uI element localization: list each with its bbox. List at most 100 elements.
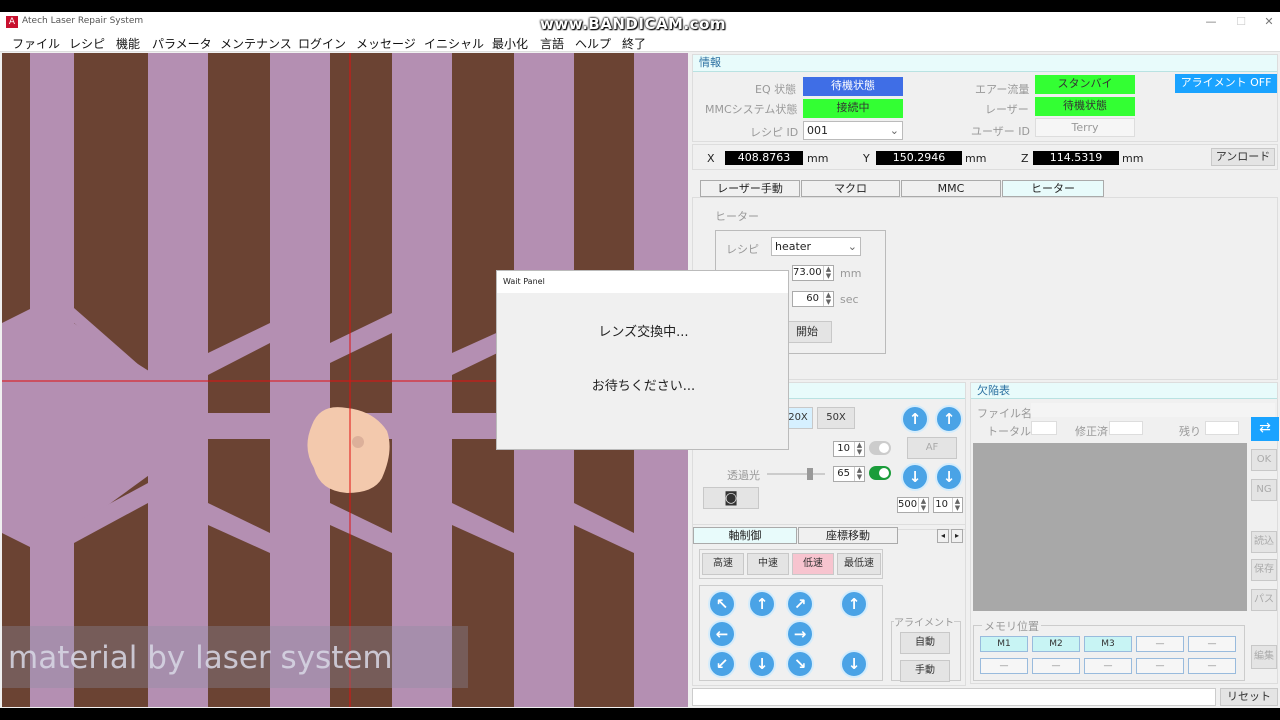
menu-help[interactable]: ヘルプ (575, 35, 611, 52)
chevron-down-icon: ⌄ (889, 124, 899, 137)
load-button[interactable]: 読込 (1251, 531, 1277, 553)
tab-axis-control[interactable]: 軸制御 (693, 527, 797, 544)
heater-distance-input[interactable]: 73.00 ▲ ▼ (792, 265, 834, 281)
remain-label: 残り (1179, 425, 1201, 438)
light2-toggle[interactable] (869, 466, 891, 480)
arrow-up-icon[interactable]: ↑ (901, 405, 929, 433)
save-button[interactable]: 保存 (1251, 559, 1277, 581)
eq-status-label: EQ 状態 (755, 83, 797, 96)
memory-slot-m2[interactable]: M2 (1032, 636, 1080, 652)
alignment-auto-button[interactable]: 自動 (900, 632, 950, 654)
arrow-up-left-icon[interactable]: ↖ (708, 590, 736, 618)
memory-edit-button[interactable]: 編集 (1251, 645, 1277, 669)
lens-50x-button[interactable]: 50X (817, 407, 855, 429)
reset-button[interactable]: リセット (1220, 688, 1278, 706)
overlay-caption-text: material by laser system (8, 640, 393, 676)
arrow-down-icon[interactable]: ↓ (901, 463, 929, 491)
alignment-off-button[interactable]: アライメント OFF (1175, 74, 1277, 93)
spinner-arrows-icon[interactable]: ▲ ▼ (918, 498, 928, 512)
z-down-icon[interactable]: ↓ (840, 650, 868, 678)
autofocus-button[interactable]: AF (907, 437, 957, 459)
unload-button[interactable]: アンロード (1211, 148, 1275, 166)
menu-language[interactable]: 言語 (540, 35, 564, 52)
memory-slot-10[interactable]: — (1188, 658, 1236, 674)
memory-slot-9[interactable]: — (1136, 658, 1184, 674)
heater-recipe-select[interactable]: heater ⌄ (771, 237, 861, 256)
defect-list[interactable] (973, 443, 1247, 611)
remain-value (1205, 421, 1239, 435)
step-input[interactable]: 500 ▲ ▼ (897, 497, 929, 513)
ok-button[interactable]: OK (1251, 449, 1277, 471)
light2-input[interactable]: 65 ▲ ▼ (833, 466, 865, 482)
ng-button[interactable]: NG (1251, 479, 1277, 501)
heater-time-input[interactable]: 60 ▲ ▼ (792, 291, 834, 307)
tab-coordinate-move[interactable]: 座標移動 (798, 527, 898, 544)
arrow-down-right-icon[interactable]: ↘ (786, 650, 814, 678)
menu-file[interactable]: ファイル (12, 35, 60, 52)
speed-low-button[interactable]: 低速 (792, 553, 834, 575)
app-logo-icon: A (6, 16, 18, 28)
slider-thumb[interactable] (807, 468, 813, 480)
recipe-id-value: 001 (807, 124, 828, 137)
spinner-arrows-icon[interactable]: ▲ ▼ (952, 498, 962, 512)
arrow-down-icon[interactable]: ↓ (748, 650, 776, 678)
memory-slot-8[interactable]: — (1084, 658, 1132, 674)
spinner-arrows-icon[interactable]: ▲ ▼ (854, 442, 864, 456)
arrow-down-icon[interactable]: ↓ (935, 463, 963, 491)
arrow-up-icon[interactable]: ↑ (748, 590, 776, 618)
tab-laser-manual[interactable]: レーザー手動 (700, 180, 800, 197)
spinner-arrows-icon[interactable]: ▲ ▼ (854, 467, 864, 481)
menu-minimize[interactable]: 最小化 (492, 35, 528, 52)
menu-message[interactable]: メッセージ (356, 35, 416, 52)
spinner-arrows-icon[interactable]: ▲ ▼ (823, 266, 833, 280)
tab-macro[interactable]: マクロ (801, 180, 900, 197)
memory-slot-m1[interactable]: M1 (980, 636, 1028, 652)
alignment-manual-button[interactable]: 手動 (900, 660, 950, 682)
menu-maintenance[interactable]: メンテナンス (220, 35, 292, 52)
menu-initial[interactable]: イニシャル (424, 35, 484, 52)
arrow-up-right-icon[interactable]: ↗ (786, 590, 814, 618)
minimize-button[interactable]: — (1196, 14, 1226, 30)
menu-bar: ファイル レシピ 機能 パラメータ メンテナンス ログイン メッセージ イニシャ… (0, 32, 1280, 52)
tab-mmc[interactable]: MMC (901, 180, 1001, 197)
light1-toggle[interactable] (869, 441, 891, 455)
pass-button[interactable]: パス (1251, 589, 1277, 611)
speed-high-button[interactable]: 高速 (702, 553, 744, 575)
transmitted-light-slider[interactable] (767, 468, 825, 480)
x-unit: mm (807, 152, 829, 165)
z-label: Z (1021, 152, 1029, 165)
memory-slot-5[interactable]: — (1188, 636, 1236, 652)
light1-input[interactable]: 10 ▲ ▼ (833, 441, 865, 457)
menu-function[interactable]: 機能 (116, 35, 140, 52)
swap-arrows-icon[interactable]: ⇄ (1251, 417, 1279, 441)
maximize-button[interactable]: ☐ (1226, 14, 1256, 30)
menu-exit[interactable]: 終了 (622, 35, 646, 52)
memory-group-title: メモリ位置 (982, 618, 1041, 634)
spinner-arrows-icon[interactable]: ▲ ▼ (823, 292, 833, 306)
arrow-up-icon[interactable]: ↑ (935, 405, 963, 433)
tab-scroll-left-icon[interactable]: ◂ (937, 529, 949, 543)
camera-capture-icon[interactable]: ◙ (703, 487, 759, 509)
speed-group: 高速 中速 低速 最低速 (699, 549, 883, 579)
memory-slot-m3[interactable]: M3 (1084, 636, 1132, 652)
close-button[interactable]: ✕ (1254, 14, 1280, 30)
arrow-right-icon[interactable]: → (786, 620, 814, 648)
arrow-left-icon[interactable]: ← (708, 620, 736, 648)
menu-login[interactable]: ログイン (298, 35, 346, 52)
speed-lowest-button[interactable]: 最低速 (837, 553, 881, 575)
recipe-id-select[interactable]: 001 ⌄ (803, 121, 903, 140)
tab-scroll-right-icon[interactable]: ▸ (951, 529, 963, 543)
memory-slot-4[interactable]: — (1136, 636, 1184, 652)
menu-recipe[interactable]: レシピ (69, 35, 105, 52)
speed-medium-button[interactable]: 中速 (747, 553, 789, 575)
speed-input[interactable]: 10 ▲ ▼ (933, 497, 963, 513)
z-coordinate: 114.5319 (1033, 151, 1119, 165)
arrow-down-left-icon[interactable]: ↙ (708, 650, 736, 678)
tab-heater[interactable]: ヒーター (1002, 180, 1104, 197)
menu-parameter[interactable]: パラメータ (152, 35, 212, 52)
status-field[interactable] (692, 688, 1216, 706)
z-up-icon[interactable]: ↑ (840, 590, 868, 618)
memory-slot-7[interactable]: — (1032, 658, 1080, 674)
memory-slot-6[interactable]: — (980, 658, 1028, 674)
eq-status-value: 待機状態 (803, 77, 903, 96)
